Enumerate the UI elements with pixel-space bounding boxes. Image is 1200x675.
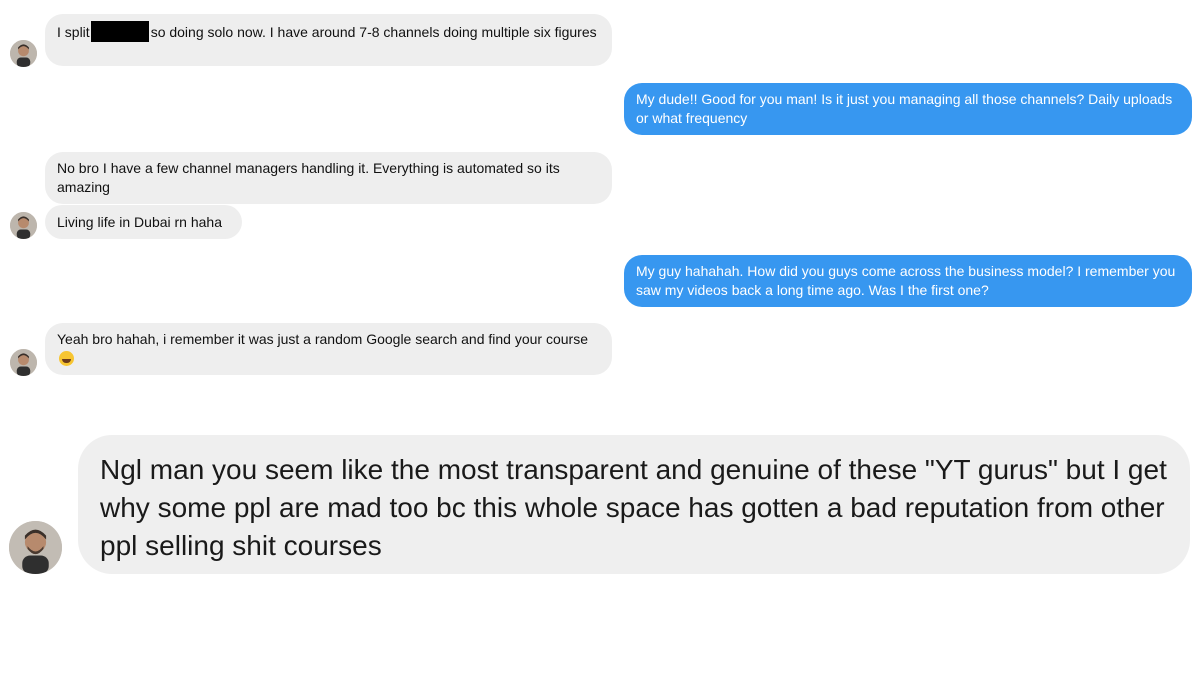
avatar-icon[interactable]	[10, 212, 37, 239]
incoming-message-bubble: Yeah bro hahah, i remember it was just a…	[45, 323, 612, 375]
incoming-message-bubble: I split so doing solo now. I have around …	[45, 14, 612, 66]
highlighted-message-text: Ngl man you seem like the most transpare…	[100, 454, 1167, 561]
outgoing-message-bubble: My guy hahahah. How did you guys come ac…	[624, 255, 1192, 307]
message-text: My guy hahahah. How did you guys come ac…	[636, 263, 1176, 298]
avatar-icon[interactable]	[9, 521, 62, 574]
message-text: Yeah bro hahah, i remember it was just a…	[57, 331, 589, 347]
rolling-on-floor-laughing-emoji-icon	[59, 351, 74, 366]
incoming-message-bubble: No bro I have a few channel managers han…	[45, 152, 612, 204]
message-text: No bro I have a few channel managers han…	[57, 160, 560, 195]
message-text: My dude!! Good for you man! Is it just y…	[636, 91, 1173, 126]
message-text-end: so doing solo now. I have around 7-8 cha…	[150, 24, 597, 40]
highlighted-incoming-message-bubble: Ngl man you seem like the most transpare…	[78, 435, 1190, 574]
avatar-icon[interactable]	[10, 40, 37, 67]
redaction-block	[90, 21, 149, 42]
message-text: Living life in Dubai rn haha	[57, 214, 222, 230]
incoming-message-bubble: Living life in Dubai rn haha	[45, 205, 242, 239]
avatar-icon[interactable]	[10, 349, 37, 376]
message-text-start: I split	[57, 24, 90, 40]
outgoing-message-bubble: My dude!! Good for you man! Is it just y…	[624, 83, 1192, 135]
